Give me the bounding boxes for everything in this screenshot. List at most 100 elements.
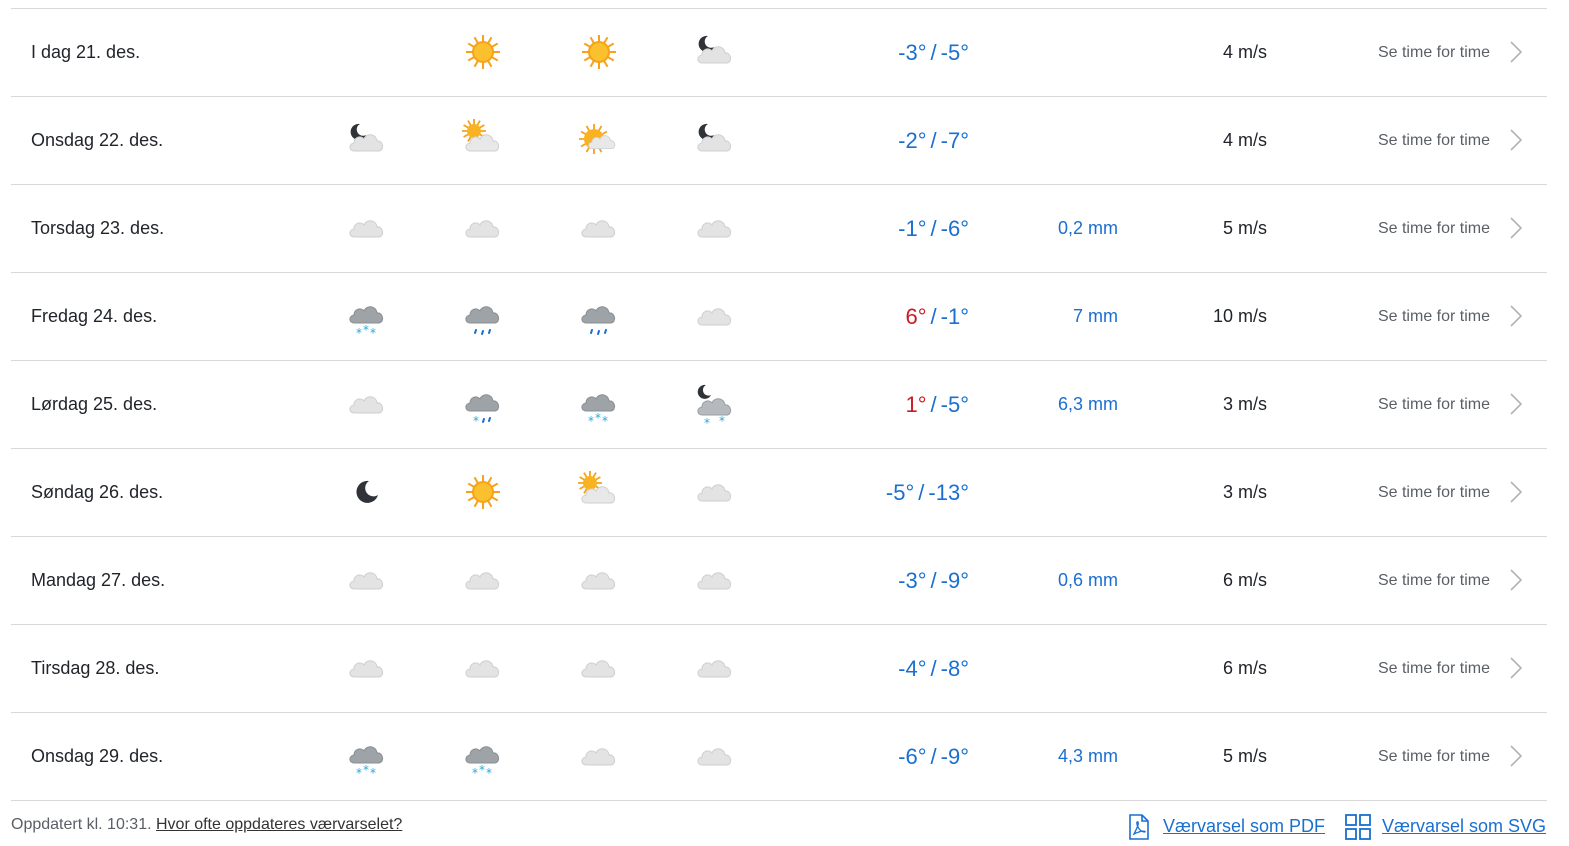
precipitation: 6,3 mm — [1057, 394, 1118, 414]
hourly-link[interactable]: Se time for time — [1378, 361, 1490, 448]
chevron-right-icon[interactable] — [1509, 41, 1523, 63]
temperature-separator: / — [930, 568, 937, 593]
precipitation: 4,3 mm — [1057, 746, 1118, 766]
hourly-link[interactable]: Se time for time — [1378, 625, 1490, 712]
hourly-link[interactable]: Se time for time — [1378, 185, 1490, 272]
chevron-right-icon[interactable] — [1509, 217, 1523, 239]
cloud-icon — [576, 733, 622, 779]
snow-cloud-icon: * * * — [460, 733, 506, 779]
hourly-link[interactable]: Se time for time — [1378, 449, 1490, 536]
hourly-link[interactable]: Se time for time — [1378, 713, 1490, 800]
cloud-icon — [692, 733, 738, 779]
chevron-right-icon[interactable] — [1509, 745, 1523, 767]
temperature-range: 1° / -5° — [905, 361, 969, 448]
cloud-icon — [692, 293, 738, 339]
temperature-range: -3° / -9° — [898, 537, 969, 624]
cloud-icon — [692, 205, 738, 251]
wind-speed: 10 m/s — [1212, 306, 1267, 326]
wind-speed: 4 m/s — [1222, 130, 1267, 150]
moon-cloud-icon — [344, 117, 390, 163]
cloud-icon — [344, 381, 390, 427]
temperature-separator: / — [930, 656, 937, 681]
cloud-icon — [576, 557, 622, 603]
cloud-icon — [576, 205, 622, 251]
pdf-forecast-link[interactable]: Værvarsel som PDF — [1163, 816, 1325, 837]
forecast-date: Onsdag 29. des. — [31, 746, 164, 766]
snow-cloud-icon: * * * — [344, 733, 390, 779]
sun-icon — [576, 29, 622, 75]
chevron-right-icon[interactable] — [1509, 129, 1523, 151]
svg-text:*: * — [363, 763, 369, 777]
updated-text: Oppdatert kl. 10:31. Hvor ofte oppdatere… — [11, 816, 402, 834]
forecast-row[interactable]: Torsdag 23. des. -1° / -6° 0,2 mm 5 m/s Se tim… — [11, 185, 1547, 273]
cloud-icon — [460, 557, 506, 603]
forecast-row[interactable]: Onsdag 22. des. -2° / -7° 4 m/s Se time for t… — [11, 97, 1547, 185]
moon-cloud-icon — [692, 117, 738, 163]
cloud-icon — [344, 205, 390, 251]
forecast-footer: Oppdatert kl. 10:31. Hvor ofte oppdatere… — [11, 812, 1547, 842]
svg-text:*: * — [356, 766, 362, 779]
temperature-min: -1° — [940, 304, 969, 329]
hourly-link[interactable]: Se time for time — [1378, 537, 1490, 624]
forecast-row[interactable]: Fredag 24. des. * * * 6° / -1° 7 mm 10 m/s Se tim… — [11, 273, 1547, 361]
temperature-max: -3° — [898, 568, 927, 593]
temperature-max: -5° — [885, 480, 915, 505]
pdf-icon[interactable] — [1125, 813, 1153, 841]
moon-cloud-icon — [692, 29, 738, 75]
forecast-row[interactable]: Lørdag 25. des. * * * * * * 1° / -5° 6,3 mm 3 m/s Se… — [11, 361, 1547, 449]
svg-forecast-link[interactable]: Værvarsel som SVG — [1382, 816, 1546, 837]
temperature-range: -1° / -6° — [898, 185, 969, 272]
snow-cloud-icon: * * * — [344, 293, 390, 339]
wind-speed: 6 m/s — [1222, 658, 1267, 678]
temperature-separator: / — [930, 128, 937, 153]
temperature-min: -13° — [928, 480, 969, 505]
temperature-range: -5° / -13° — [886, 449, 969, 536]
updated-time: Oppdatert kl. 10:31. — [11, 816, 152, 833]
forecast-row[interactable]: I dag 21. des. -3° / -5° 4 m/s Se time for ti… — [11, 9, 1547, 97]
chevron-right-icon[interactable] — [1509, 305, 1523, 327]
temperature-min: -9° — [940, 568, 969, 593]
hourly-link[interactable]: Se time for time — [1378, 273, 1490, 360]
forecast-row[interactable]: Tirsdag 28. des. -4° / -8° 6 m/s Se time for … — [11, 625, 1547, 713]
temperature-separator: / — [918, 480, 925, 505]
update-frequency-link[interactable]: Hvor ofte oppdateres værvarselet? — [156, 816, 402, 833]
hourly-link[interactable]: Se time for time — [1378, 97, 1490, 184]
grid-icon[interactable] — [1344, 813, 1372, 841]
temperature-max: -4° — [898, 656, 927, 681]
temperature-min: -7° — [940, 128, 969, 153]
precipitation: 0,2 mm — [1057, 218, 1118, 238]
temperature-separator: / — [930, 392, 937, 417]
svg-text:*: * — [370, 766, 376, 779]
temperature-max: -3° — [898, 40, 927, 65]
temperature-max: -1° — [898, 216, 927, 241]
svg-text:*: * — [479, 763, 485, 777]
temperature-separator: / — [930, 744, 937, 769]
chevron-right-icon[interactable] — [1509, 481, 1523, 503]
svg-text:*: * — [602, 414, 608, 427]
snow-cloud-icon: * * * — [576, 381, 622, 427]
temperature-range: -3° / -5° — [898, 9, 969, 96]
chevron-right-icon[interactable] — [1509, 657, 1523, 679]
chevron-right-icon[interactable] — [1509, 569, 1523, 591]
temperature-range: 6° / -1° — [905, 273, 969, 360]
temperature-min: -6° — [940, 216, 969, 241]
forecast-date: Mandag 27. des. — [31, 570, 166, 590]
svg-text:*: * — [719, 414, 725, 427]
sun-icon — [460, 29, 506, 75]
temperature-min: -5° — [940, 392, 969, 417]
forecast-row[interactable]: Søndag 26. des. -5° / -13° 3 m/s Se time for … — [11, 449, 1547, 537]
svg-text:*: * — [472, 766, 478, 779]
temperature-separator: / — [930, 40, 937, 65]
cloud-icon — [460, 205, 506, 251]
chevron-right-icon[interactable] — [1509, 393, 1523, 415]
svg-text:*: * — [363, 323, 369, 337]
forecast-date: I dag 21. des. — [31, 42, 141, 62]
temperature-min: -5° — [940, 40, 969, 65]
forecast-row[interactable]: Onsdag 29. des. * * * * * * -6° / -9° 4,3 mm 5 m/s S… — [11, 713, 1547, 801]
precipitation: 0,6 mm — [1057, 570, 1118, 590]
forecast-row[interactable]: Mandag 27. des. -3° / -9° 0,6 mm 6 m/s Se time… — [11, 537, 1547, 625]
forecast-date: Lørdag 25. des. — [31, 394, 158, 414]
hourly-link[interactable]: Se time for time — [1378, 9, 1490, 96]
svg-text:*: * — [704, 416, 710, 427]
forecast-date: Søndag 26. des. — [31, 482, 164, 502]
